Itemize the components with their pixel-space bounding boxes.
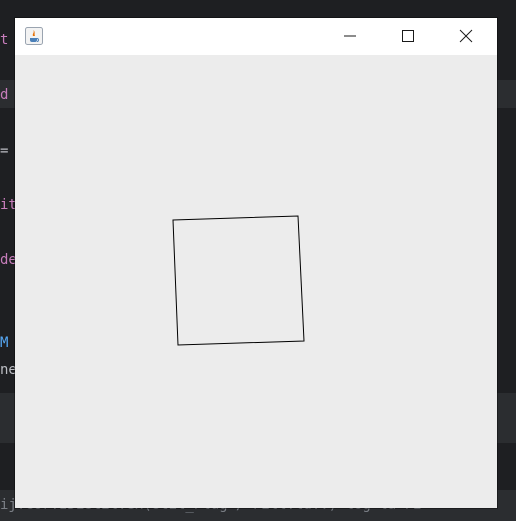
drawing-canvas[interactable] (15, 55, 497, 508)
close-button[interactable] (443, 18, 489, 55)
close-icon (459, 29, 473, 43)
window-titlebar[interactable] (15, 18, 497, 55)
ide-code-line: t (0, 32, 9, 48)
canvas-drawing (172, 215, 305, 346)
ide-code-line: d (0, 87, 9, 103)
minimize-icon (344, 35, 356, 37)
maximize-button[interactable] (385, 18, 431, 55)
ide-code-line: M (0, 335, 9, 351)
app-window (15, 18, 497, 508)
maximize-icon (402, 30, 414, 42)
ide-code-line: = (0, 143, 9, 159)
java-cup-icon[interactable] (25, 27, 43, 45)
minimize-button[interactable] (327, 18, 373, 55)
rotated-square (172, 215, 305, 346)
